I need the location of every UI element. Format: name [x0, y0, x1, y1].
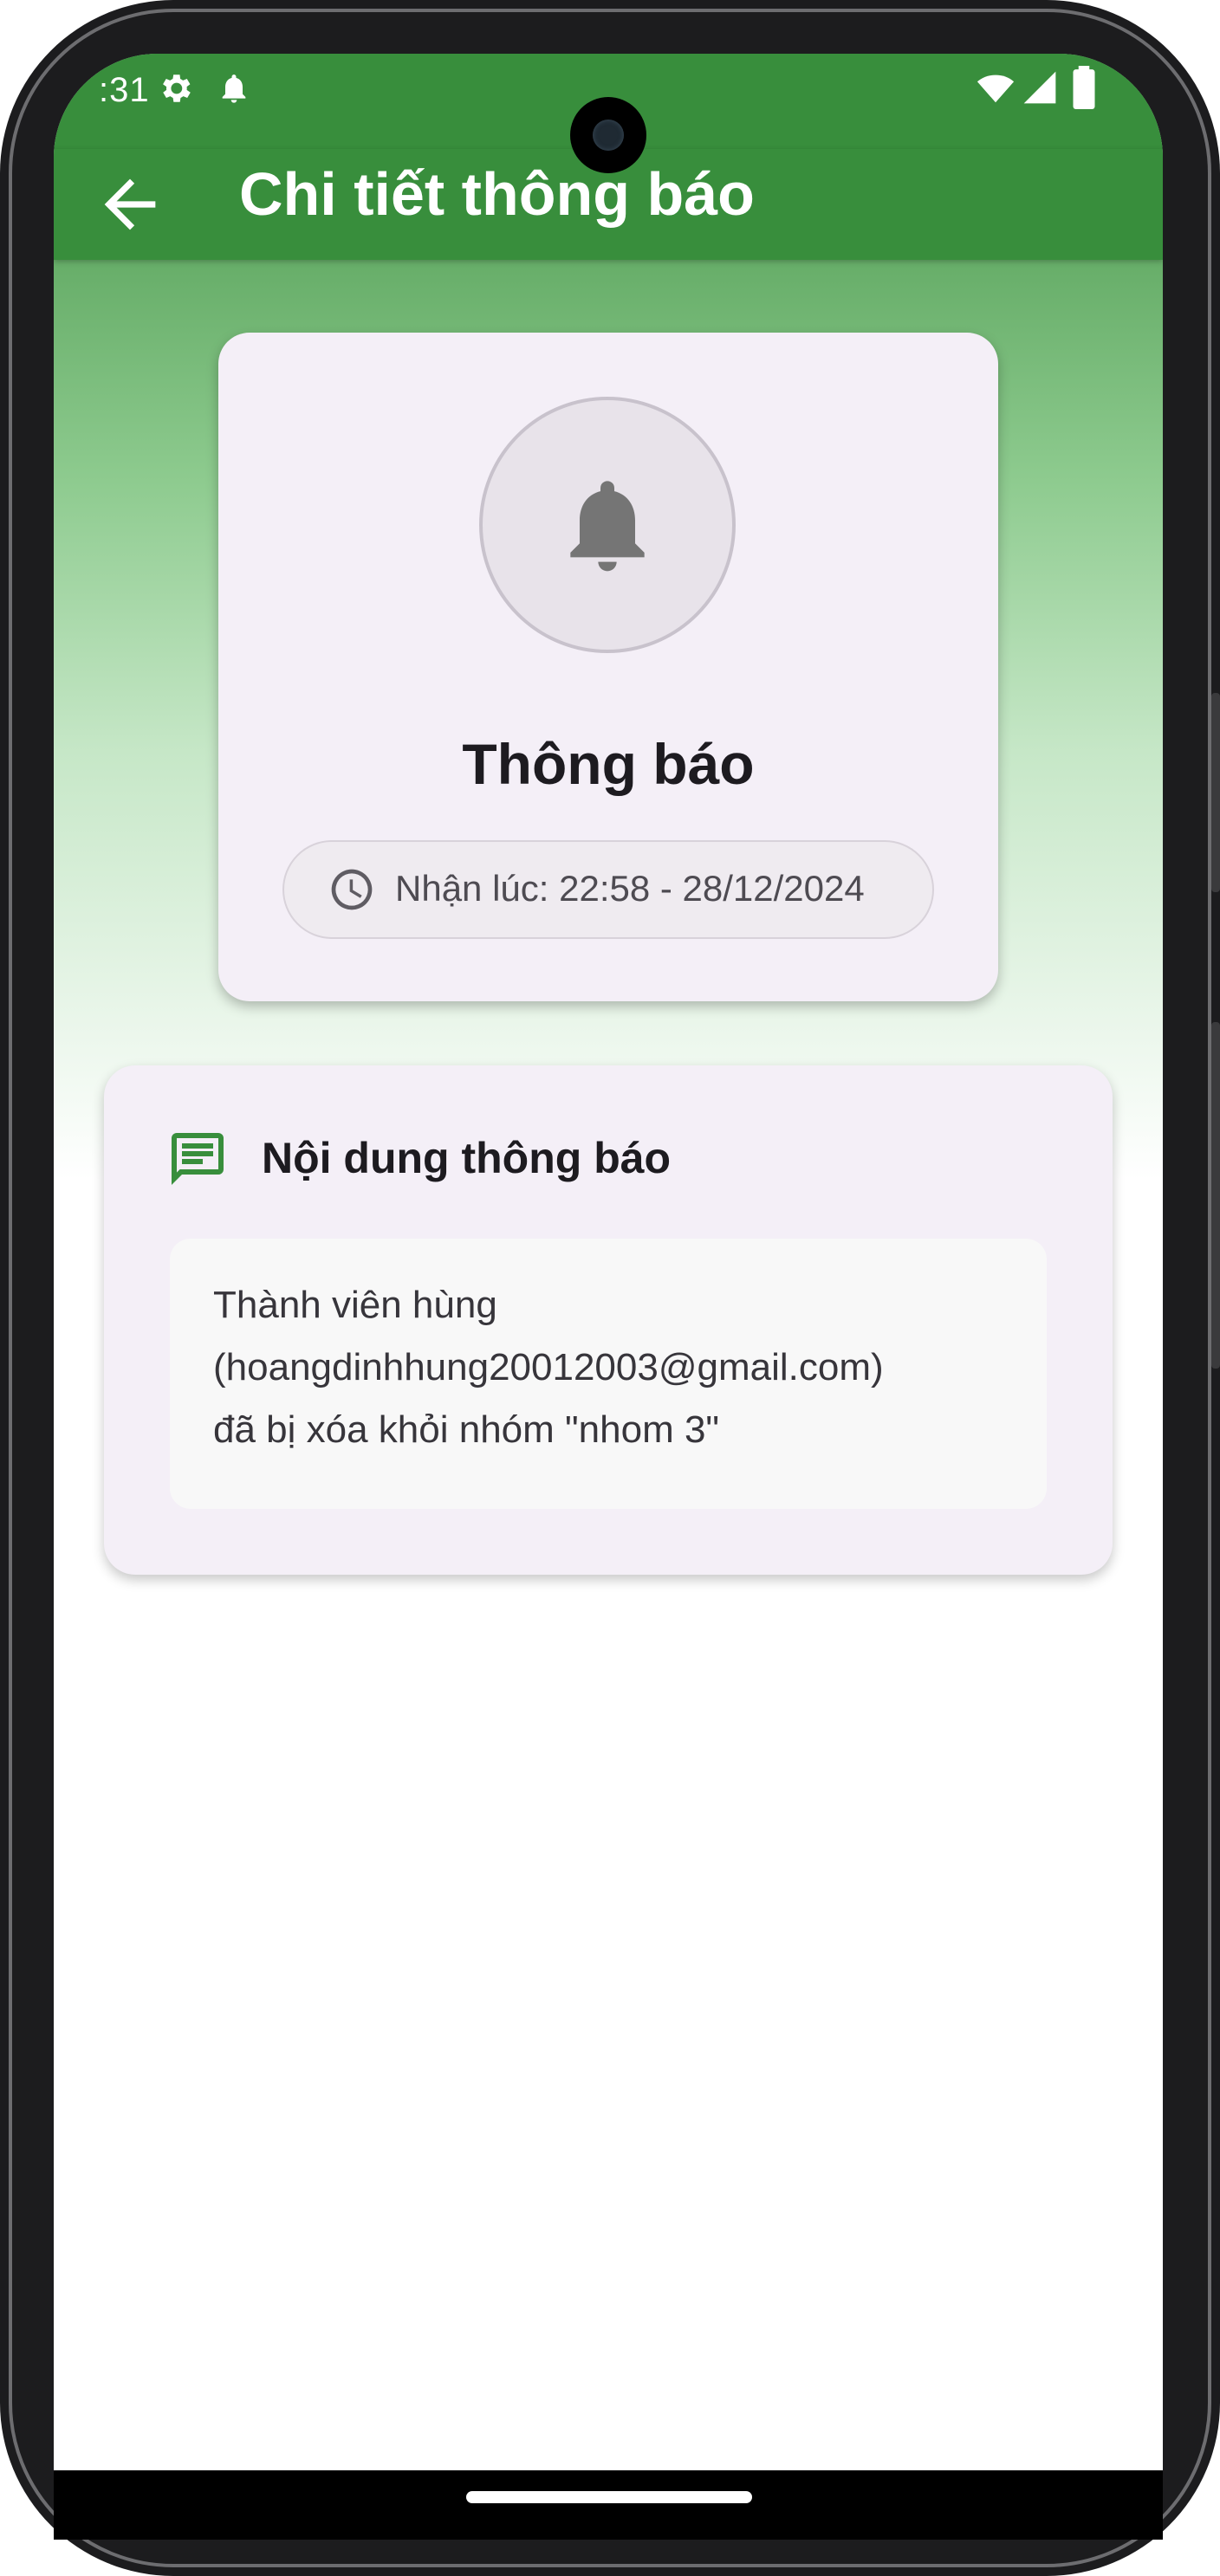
- received-time-text: Nhận lúc: 22:58 - 28/12/2024: [395, 868, 865, 909]
- back-button[interactable]: [92, 166, 168, 243]
- notification-content-card: Nội dung thông báo Thành viên hùng (hoan…: [104, 1065, 1113, 1575]
- arrow-left-icon: [104, 178, 156, 230]
- content-heading: Nội dung thông báo: [262, 1134, 672, 1182]
- status-time: :31: [99, 71, 150, 109]
- message-line: đã bị xóa khỏi nhóm "nhom 3": [213, 1408, 720, 1451]
- side-button: [1211, 693, 1220, 892]
- message-line: Thành viên hùng: [213, 1284, 497, 1326]
- navigation-bar: [54, 2470, 1163, 2540]
- notification-header-card: Thông báo Nhận lúc: 22:58 - 28/12/2024: [218, 333, 998, 1001]
- bell-icon: [570, 481, 645, 572]
- side-button: [1211, 1022, 1220, 1369]
- wifi-icon: [974, 68, 1017, 112]
- page-title: Chi tiết thông báo: [239, 160, 755, 228]
- message-icon: [172, 1133, 224, 1185]
- received-time-chip: Nhận lúc: 22:58 - 28/12/2024: [282, 840, 934, 939]
- battery-icon: [1073, 66, 1095, 113]
- message-box: Thành viên hùng (hoangdinhhung20012003@g…: [170, 1239, 1047, 1509]
- clock-icon: [331, 869, 373, 910]
- signal-icon: [1021, 68, 1059, 112]
- notification-icon-circle: [479, 397, 736, 653]
- message-line: (hoangdinhhung20012003@gmail.com): [213, 1346, 884, 1388]
- screen: :31 Chi tiết thông báo Thông báo Nhận lú…: [54, 54, 1163, 2470]
- notification-title: Thông báo: [462, 732, 755, 796]
- front-camera: [570, 97, 646, 173]
- bell-icon: [217, 69, 251, 112]
- gear-icon: [156, 69, 194, 112]
- home-indicator[interactable]: [466, 2491, 752, 2503]
